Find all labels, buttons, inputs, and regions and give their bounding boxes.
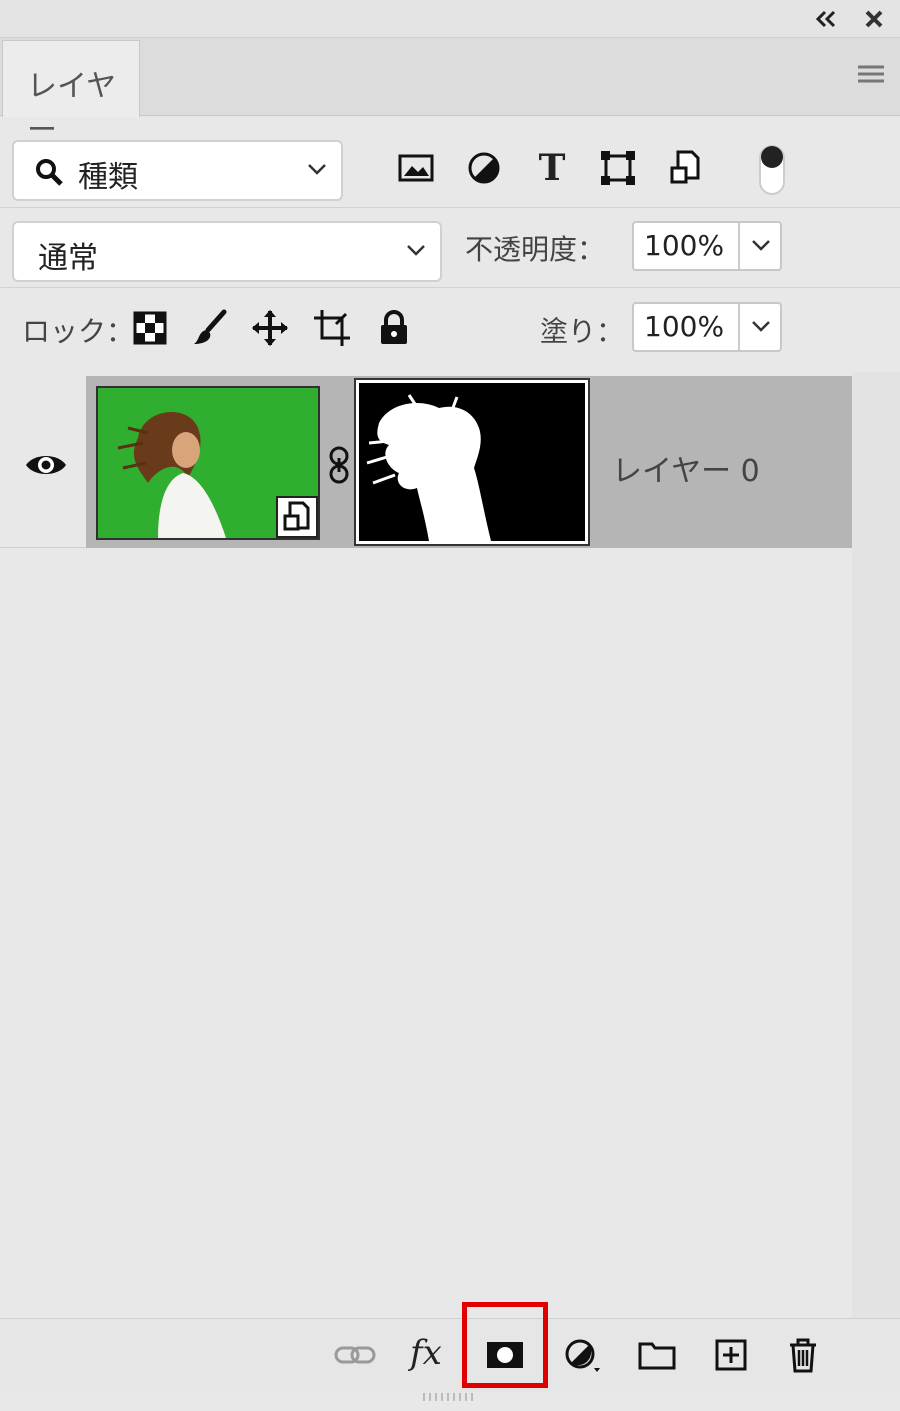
lock-transparent-pixels-icon[interactable]: [130, 308, 170, 348]
delete-layer-trash-icon[interactable]: [782, 1334, 824, 1376]
fill-field[interactable]: 100%: [632, 302, 782, 352]
fill-value[interactable]: 100%: [644, 310, 724, 343]
chevron-down-icon: [307, 162, 327, 176]
layer-name[interactable]: レイヤー 0: [612, 446, 760, 490]
collapse-panel-icon[interactable]: [814, 8, 838, 30]
mask-link-icon[interactable]: [328, 446, 350, 484]
chevron-down-icon: [406, 243, 426, 257]
lock-position-icon[interactable]: [250, 308, 290, 348]
opacity-field[interactable]: 100%: [632, 221, 782, 271]
fill-label: 塗り：: [540, 315, 625, 348]
smart-object-filter-icon[interactable]: [666, 148, 706, 188]
filter-toggle-switch[interactable]: [758, 144, 786, 196]
pixel-layer-filter-icon[interactable]: [396, 148, 436, 188]
layer-mask-thumbnail[interactable]: [354, 378, 590, 546]
opacity-label: 不透明度：: [465, 233, 606, 266]
scrollbar-track[interactable]: [852, 372, 900, 1318]
link-layers-icon[interactable]: [334, 1334, 376, 1376]
lock-all-icon[interactable]: [374, 308, 414, 348]
divider: [738, 223, 740, 269]
panel-menu-icon[interactable]: [856, 62, 886, 86]
close-panel-icon[interactable]: [862, 8, 886, 30]
new-layer-icon[interactable]: [710, 1334, 752, 1376]
type-layer-filter-icon[interactable]: T: [532, 148, 572, 188]
lock-artboard-icon[interactable]: [312, 308, 352, 348]
chevron-down-icon[interactable]: [750, 237, 772, 253]
visibility-eye-icon[interactable]: [24, 450, 68, 480]
new-group-folder-icon[interactable]: [636, 1334, 678, 1376]
shape-layer-filter-icon[interactable]: [598, 148, 638, 188]
filter-kind-label: 種類: [78, 160, 138, 195]
lock-label: ロック：: [22, 315, 135, 348]
tab-layers[interactable]: レイヤー: [2, 40, 140, 148]
blend-mode-label: 通常: [38, 241, 98, 276]
adjustment-layer-filter-icon[interactable]: [464, 148, 504, 188]
panel-title-bar: [0, 0, 900, 38]
lock-image-pixels-icon[interactable]: [190, 308, 230, 348]
highlight-box: [462, 1302, 548, 1388]
smart-object-badge-icon: [276, 496, 318, 538]
resize-grip-icon[interactable]: [420, 1392, 476, 1402]
search-icon: [34, 157, 64, 187]
opacity-value[interactable]: 100%: [644, 229, 724, 262]
chevron-down-icon[interactable]: [750, 318, 772, 334]
filter-kind-dropdown[interactable]: 種類: [12, 140, 343, 201]
layer-style-fx-button[interactable]: fx: [410, 1334, 452, 1376]
blend-mode-dropdown[interactable]: 通常: [12, 221, 442, 282]
new-adjustment-layer-icon[interactable]: [560, 1334, 602, 1376]
divider: [738, 304, 740, 350]
